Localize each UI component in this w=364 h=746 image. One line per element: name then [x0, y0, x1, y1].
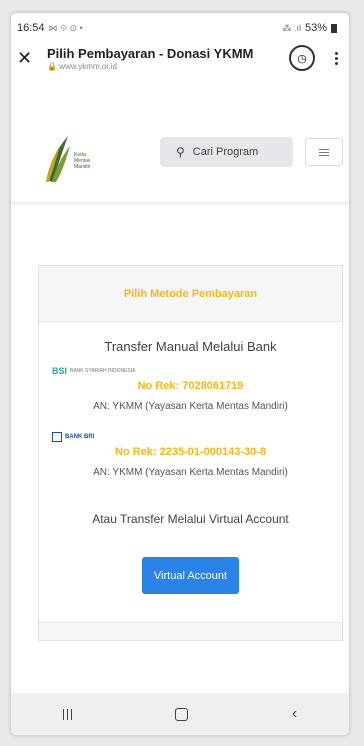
virtual-account-title: Atau Transfer Melalui Virtual Account [92, 512, 289, 526]
page-url-text: www.ykmm.or.id [59, 61, 117, 71]
bsi-logo-sub: BANK SYARIAH INDONESIA [70, 368, 136, 374]
more-vert-icon[interactable] [331, 51, 341, 65]
bank-bsi: BSI BANK SYARIAH INDONESIA No Rek: 70280… [39, 364, 342, 412]
logo-text: Kerta Mentas Mandiri [74, 152, 90, 198]
ykmm-logo[interactable]: Kerta Mentas Mandiri [46, 134, 106, 198]
bri-account-number: No Rek: 2235-01-000143-30-8 [114, 446, 267, 458]
card-heading: Pilih Metode Pembayaran [39, 266, 342, 322]
bri-logo: BANK BRI [52, 430, 342, 444]
logo-leaf-icon [46, 136, 70, 182]
notification-icons: ⋈ ⟐ ⊙ • [48, 22, 83, 33]
site-header: Kerta Mentas Mandiri ⚲ Cari Program [11, 81, 349, 203]
status-right: ⁂ .ıl 53% [282, 21, 337, 35]
page-url: 🔒 www.ykmm.or.id [47, 61, 117, 71]
bsi-account-holder: AN: YKMM (Yayasan Kerta Mentas Mandiri) [93, 401, 288, 412]
hamburger-menu-button[interactable] [305, 138, 343, 166]
status-time: 16:54 [17, 22, 45, 34]
manual-transfer-title: Transfer Manual Melalui Bank [104, 339, 277, 354]
back-icon[interactable]: ‹ [292, 705, 297, 723]
battery-level: 53% [304, 22, 327, 34]
close-icon[interactable]: ✕ [17, 48, 39, 69]
home-icon[interactable] [175, 707, 189, 721]
payment-method-card: Pilih Metode Pembayaran Transfer Manual … [38, 265, 343, 641]
status-left: 16:54 ⋈ ⟐ ⊙ • [17, 21, 83, 35]
bsi-logo-text: BSI [52, 366, 68, 376]
page-title: Pilih Pembayaran - Donasi YKMM [47, 45, 254, 61]
search-placeholder: Cari Program [192, 146, 259, 158]
search-input[interactable]: ⚲ Cari Program [160, 137, 293, 167]
bsi-logo: BSI BANK SYARIAH INDONESIA [52, 364, 342, 378]
bri-logo-text: BANK BRI [65, 434, 95, 440]
browser-title-block: Pilih Pembayaran - Donasi YKMM 🔒 www.ykm… [39, 46, 289, 71]
bri-logo-mark [52, 432, 62, 442]
browser-toolbar: ✕ Pilih Pembayaran - Donasi YKMM 🔒 www.y… [11, 35, 349, 81]
virtual-account-button[interactable]: Virtual Account [142, 557, 239, 594]
bank-bri: BANK BRI No Rek: 2235-01-000143-30-8 AN:… [39, 430, 342, 478]
card-footer [39, 622, 342, 640]
bri-account-holder: AN: YKMM (Yayasan Kerta Mentas Mandiri) [93, 467, 288, 478]
logo-text-3: Mandiri [74, 164, 91, 170]
system-nav-bar: ‹ [11, 693, 349, 735]
signal-icon: ⁂ .ıl [282, 22, 301, 33]
recent-apps-icon[interactable] [62, 708, 72, 720]
status-bar: 16:54 ⋈ ⟐ ⊙ • ⁂ .ıl 53% [11, 13, 349, 35]
phone-screen: 16:54 ⋈ ⟐ ⊙ • ⁂ .ıl 53% ✕ Pilih Pembayar… [10, 12, 350, 736]
search-icon: ⚲ [176, 145, 185, 159]
clock-icon[interactable]: ◷ [289, 45, 315, 71]
battery-icon [331, 23, 337, 33]
bsi-account-number: No Rek: 7028061719 [137, 380, 244, 392]
